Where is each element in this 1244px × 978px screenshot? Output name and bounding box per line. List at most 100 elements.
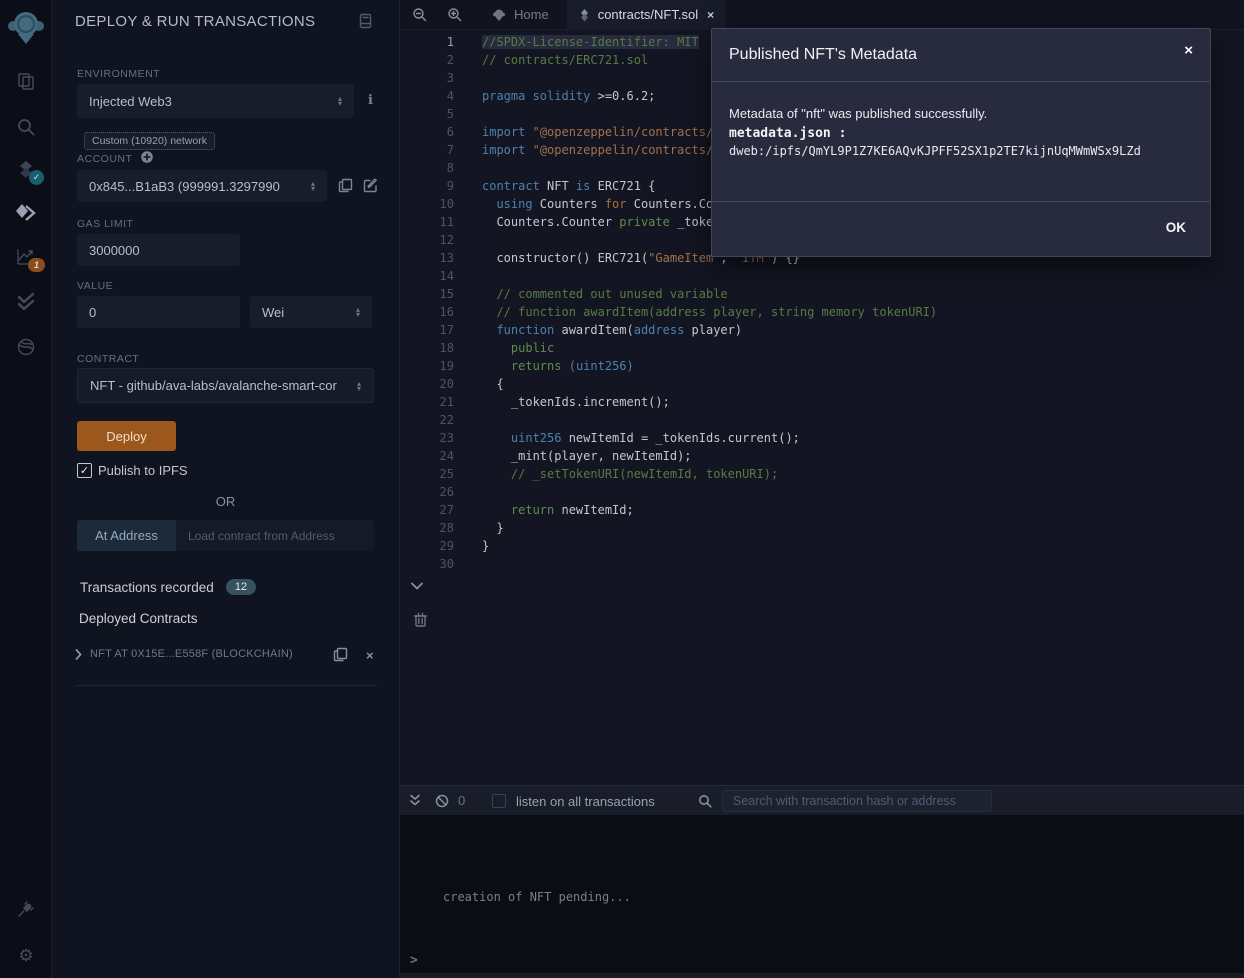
unit-testing-icon[interactable] bbox=[0, 283, 52, 321]
code-line[interactable]: return newItemId; bbox=[482, 501, 1244, 519]
modal-footer: OK bbox=[712, 201, 1210, 256]
environment-info-icon[interactable]: i bbox=[368, 93, 373, 108]
code-line[interactable] bbox=[482, 267, 1244, 285]
line-number: 24 bbox=[400, 447, 466, 465]
code-line[interactable]: uint256 newItemId = _tokenIds.current(); bbox=[482, 429, 1244, 447]
value-unit: Wei bbox=[262, 305, 350, 320]
or-separator: OR bbox=[52, 494, 399, 509]
zoom-in-icon[interactable] bbox=[447, 7, 462, 22]
clear-console-icon[interactable] bbox=[435, 794, 449, 808]
at-address-button[interactable]: At Address bbox=[77, 520, 176, 551]
tab-home-label: Home bbox=[514, 7, 549, 22]
remix-tab-icon bbox=[492, 8, 506, 22]
chevron-down-icon[interactable] bbox=[411, 582, 423, 590]
deploy-button[interactable]: Deploy bbox=[77, 421, 176, 451]
line-number: 21 bbox=[400, 393, 466, 411]
transactions-recorded-row[interactable]: Transactions recorded 12 bbox=[80, 579, 256, 595]
solidity-file-icon bbox=[579, 8, 590, 22]
modal-message: Metadata of "nft" was published successf… bbox=[729, 106, 1193, 121]
documentation-icon[interactable] bbox=[358, 13, 373, 29]
code-line[interactable]: { bbox=[482, 375, 1244, 393]
line-number: 2 bbox=[400, 51, 466, 69]
analysis-icon[interactable]: 1 bbox=[0, 238, 52, 276]
listen-transactions-label[interactable]: listen on all transactions bbox=[516, 794, 655, 809]
copy-account-icon[interactable] bbox=[338, 178, 353, 193]
listen-transactions-checkbox[interactable] bbox=[492, 794, 506, 808]
line-number: 15 bbox=[400, 285, 466, 303]
tab-bar: Home contracts/NFT.sol × bbox=[400, 0, 1244, 30]
pending-tx-count: 0 bbox=[458, 793, 465, 808]
account-select[interactable]: 0x845...B1aB3 (999991.3297990 ▴▾ bbox=[77, 170, 327, 202]
copy-contract-address-icon[interactable] bbox=[333, 647, 348, 662]
code-line[interactable] bbox=[482, 555, 1244, 573]
file-explorer-icon[interactable] bbox=[0, 62, 52, 100]
tab-nft-sol[interactable]: contracts/NFT.sol × bbox=[567, 0, 726, 30]
zoom-out-icon[interactable] bbox=[412, 7, 427, 22]
line-number: 5 bbox=[400, 105, 466, 123]
code-line[interactable]: _tokenIds.increment(); bbox=[482, 393, 1244, 411]
terminal-search-input[interactable] bbox=[722, 790, 992, 812]
value-label: VALUE bbox=[77, 280, 113, 292]
modal-ok-button[interactable]: OK bbox=[1166, 220, 1186, 235]
panel-title: DEPLOY & RUN TRANSACTIONS bbox=[75, 13, 315, 30]
settings-gear-icon[interactable]: ⚙ bbox=[0, 936, 52, 974]
environment-value: Injected Web3 bbox=[89, 94, 332, 109]
at-address-input[interactable] bbox=[176, 520, 374, 551]
code-line[interactable] bbox=[482, 411, 1244, 429]
code-line[interactable]: // function awardItem(address player, st… bbox=[482, 303, 1244, 321]
line-number: 14 bbox=[400, 267, 466, 285]
clear-deployed-trash-icon[interactable] bbox=[414, 612, 427, 627]
terminal-log-line: creation of NFT pending... bbox=[443, 890, 631, 904]
terminal-search-icon bbox=[698, 794, 712, 808]
close-tab-icon[interactable]: × bbox=[707, 8, 714, 22]
expand-caret-icon[interactable] bbox=[75, 649, 82, 660]
deployed-contract-item[interactable]: NFT AT 0X15E...E558F (BLOCKCHAIN) bbox=[75, 648, 293, 660]
line-number: 16 bbox=[400, 303, 466, 321]
code-line[interactable]: // commented out unused variable bbox=[482, 285, 1244, 303]
remove-contract-icon[interactable]: × bbox=[366, 648, 374, 663]
code-line[interactable]: public bbox=[482, 339, 1244, 357]
deployed-contract-label: NFT AT 0X15E...E558F (BLOCKCHAIN) bbox=[90, 648, 293, 660]
modal-title: Published NFT's Metadata bbox=[729, 46, 917, 64]
tab-file-label: contracts/NFT.sol bbox=[598, 7, 698, 22]
line-number: 29 bbox=[400, 537, 466, 555]
transactions-recorded-label: Transactions recorded bbox=[80, 580, 214, 595]
publish-ipfs-label[interactable]: Publish to IPFS bbox=[98, 463, 188, 478]
line-number: 20 bbox=[400, 375, 466, 393]
code-line[interactable]: _mint(player, newItemId); bbox=[482, 447, 1244, 465]
account-value: 0x845...B1aB3 (999991.3297990 bbox=[89, 179, 305, 194]
environment-select[interactable]: Injected Web3 ▴▾ bbox=[77, 84, 354, 118]
code-line[interactable]: } bbox=[482, 537, 1244, 555]
tab-home[interactable]: Home bbox=[480, 0, 561, 30]
select-arrows-icon: ▴▾ bbox=[311, 181, 315, 191]
line-number: 7 bbox=[400, 141, 466, 159]
solidity-compiler-icon[interactable]: ✓ bbox=[0, 150, 52, 188]
code-line[interactable]: // _setTokenURI(newItemId, tokenURI); bbox=[482, 465, 1244, 483]
add-account-icon[interactable] bbox=[140, 150, 154, 164]
deploy-run-icon[interactable] bbox=[0, 194, 52, 232]
edit-account-icon[interactable] bbox=[363, 178, 378, 193]
plugin-manager-icon[interactable] bbox=[0, 890, 52, 928]
modal-close-icon[interactable]: × bbox=[1184, 42, 1193, 59]
modal-ipfs-url: dweb:/ipfs/QmYL9P1Z7KE6AQvKJPFF52SX1p2TE… bbox=[729, 144, 1193, 158]
terminal-collapse-icon[interactable] bbox=[409, 794, 421, 807]
plugin-icon-bar: ✓ 1 ⚙ bbox=[0, 0, 52, 978]
publish-ipfs-checkbox[interactable]: ✓ bbox=[77, 463, 92, 478]
select-arrows-icon: ▴▾ bbox=[357, 381, 361, 391]
search-icon[interactable] bbox=[0, 108, 52, 146]
line-number: 28 bbox=[400, 519, 466, 537]
value-input[interactable] bbox=[77, 296, 240, 328]
plugin-sphere-icon[interactable] bbox=[0, 328, 52, 366]
remix-logo[interactable] bbox=[0, 6, 52, 50]
code-line[interactable]: function awardItem(address player) bbox=[482, 321, 1244, 339]
code-line[interactable] bbox=[482, 483, 1244, 501]
line-number: 22 bbox=[400, 411, 466, 429]
gas-limit-input[interactable] bbox=[77, 234, 240, 266]
code-line[interactable]: } bbox=[482, 519, 1244, 537]
code-line[interactable]: returns (uint256) bbox=[482, 357, 1244, 375]
contract-select[interactable]: NFT - github/ava-labs/avalanche-smart-co… bbox=[77, 368, 374, 403]
line-number: 17 bbox=[400, 321, 466, 339]
line-number: 3 bbox=[400, 69, 466, 87]
value-unit-select[interactable]: Wei ▴▾ bbox=[250, 296, 372, 328]
terminal-prompt[interactable]: > bbox=[410, 953, 418, 968]
